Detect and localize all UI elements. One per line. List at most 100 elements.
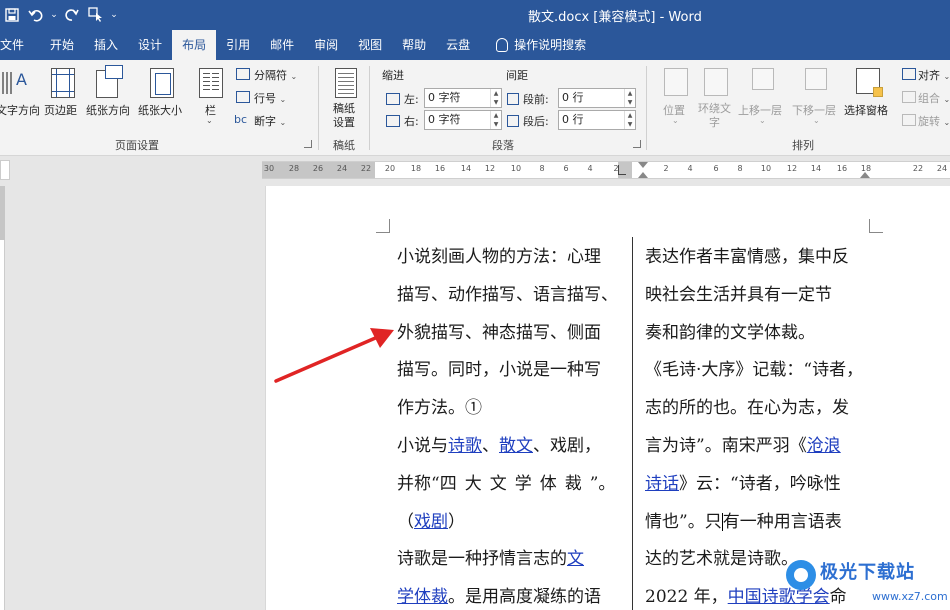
text-line[interactable]: 情也”。只有一种用言语表 [645,504,875,542]
tab-7[interactable]: 审阅 [304,30,348,60]
text-line[interactable]: 学体裁。是用高度凝练的语 [397,579,622,610]
text-line[interactable]: 作方法。① [397,390,622,428]
spacing-before-spinner[interactable]: ▲ ▼ [624,89,635,107]
send-backward-dropdown-icon[interactable]: ⌄ [813,116,820,125]
columns-dropdown-icon[interactable]: ⌄ [206,116,213,125]
save-icon[interactable] [0,0,24,30]
position-dropdown-icon[interactable]: ⌄ [672,116,679,125]
spacing-before-input[interactable]: 0 行 ▲ ▼ [558,88,636,108]
spacing-after-input[interactable]: 0 行 ▲ ▼ [558,110,636,130]
hyperlink[interactable]: 诗话 [645,474,679,494]
wrap-text-icon[interactable] [704,68,728,96]
indent-left-spinner[interactable]: ▲ ▼ [490,89,501,107]
first-line-indent-marker[interactable] [638,162,648,168]
position-icon[interactable] [664,68,688,96]
rotate-button[interactable]: 旋转 ⌄ [918,113,950,129]
text-run: 2022 年， [645,587,728,608]
text-direction-icon[interactable]: A [0,68,30,98]
breaks-button[interactable]: 分隔符 ⌄ [254,67,297,83]
tell-me-search[interactable]: 操作说明搜索 [486,30,596,60]
page-setup-launcher-icon[interactable] [304,140,312,148]
bring-forward-icon[interactable] [752,68,774,90]
tab-stop-marker[interactable] [618,165,626,175]
tab-2[interactable]: 插入 [84,30,128,60]
touch-mode-icon[interactable] [84,0,108,30]
hyperlink[interactable]: 沧浪 [807,436,841,456]
selection-pane-button[interactable]: 选择窗格 [844,102,888,118]
margins-icon[interactable] [51,68,75,98]
paragraph-launcher-icon[interactable] [633,140,641,148]
document-page[interactable]: 小说刻画人物的方法：心理 描写、动作描写、语言描写、 外貌描写、神态描写、侧面 描写。… [265,186,950,610]
size-icon[interactable] [150,68,174,98]
customize-qat-icon[interactable]: ⌄ [108,0,120,30]
wrap-text-button[interactable]: 环绕文字 [698,102,731,130]
text-run: （ [397,511,414,532]
selection-pane-icon[interactable] [856,68,883,97]
hyperlink[interactable]: 戏剧 [414,512,448,532]
text-line[interactable]: 描写、动作描写、语言描写、 [397,277,622,315]
tab-4[interactable]: 布局 [172,30,217,60]
hanging-indent-marker[interactable] [638,172,648,178]
spacing-after-spinner[interactable]: ▲ ▼ [624,111,635,129]
text-line[interactable]: 志的所的也。在心为志，发 [645,390,875,428]
group-button[interactable]: 组合 ⌄ [918,90,950,106]
lightbulb-icon [496,38,509,52]
align-button[interactable]: 对齐 ⌄ [918,67,950,83]
hyphenation-button[interactable]: 断字 ⌄ [254,113,286,129]
indent-right-spinner[interactable]: ▲ ▼ [490,111,501,129]
watermark-logo: 极光下载站 www.xz7.com [786,556,950,610]
text-line[interactable]: 小说刻画人物的方法：心理 [397,239,622,277]
text-line[interactable]: 小说与诗歌、散文、戏剧， [397,428,622,466]
hyperlink[interactable]: 学体裁 [397,587,448,607]
left-text-column[interactable]: 小说刻画人物的方法：心理 描写、动作描写、语言描写、 外貌描写、神态描写、侧面 描写。… [397,239,622,610]
text-line[interactable]: 《毛诗·大序》记载：“诗者， [645,352,875,390]
tell-me-label: 操作说明搜索 [514,38,587,52]
undo-icon[interactable] [24,0,48,30]
text-direction-button[interactable]: 文字方向 [0,102,40,118]
indent-left-input[interactable]: 0 字符 ▲ ▼ [424,88,502,108]
undo-dropdown-icon[interactable]: ⌄ [48,0,60,30]
tab-0[interactable]: 文件 [0,30,34,60]
bring-forward-dropdown-icon[interactable]: ⌄ [759,116,766,125]
text-line[interactable]: 言为诗”。南宋严羽《沧浪 [645,428,875,466]
text-line[interactable]: 描写。同时，小说是一种写 [397,352,622,390]
line-numbers-button[interactable]: 行号 ⌄ [254,90,286,106]
text-line[interactable]: （戏剧） [397,504,622,542]
tab-10[interactable]: 云盘 [436,30,480,60]
tab-5[interactable]: 引用 [216,30,260,60]
tab-9[interactable]: 帮助 [392,30,436,60]
hyperlink[interactable]: 诗歌 [448,436,482,456]
text-line[interactable]: 奏和韵律的文学体裁。 [645,315,875,353]
indent-right-input[interactable]: 0 字符 ▲ ▼ [424,110,502,130]
margins-button[interactable]: 页边距 [44,102,77,118]
tab-3[interactable]: 设计 [128,30,172,60]
vertical-ruler[interactable] [0,186,5,610]
text-line[interactable]: 表达作者丰富情感，集中反 [645,239,875,277]
columns-icon[interactable] [199,68,223,98]
text-run: 表达作者丰富情感，集中反 [645,247,849,267]
align-icon [902,68,916,80]
tab-8[interactable]: 视图 [348,30,392,60]
tab-1[interactable]: 开始 [40,30,84,60]
text-line[interactable]: 诗话》云：“诗者，吟咏性 [645,466,875,504]
text-line[interactable]: 外貌描写、神态描写、侧面 [397,315,622,353]
ribbon-tabs: 文件 开始 插入 设计 布局 引用 邮件 审阅 视图 帮助 云盘 操作说明搜索 [0,30,950,60]
tab-selector[interactable] [0,160,10,180]
draft-paper-setup-button[interactable]: 稿纸 设置 [333,102,355,130]
size-button[interactable]: 纸张大小 [138,102,182,118]
right-text-column[interactable]: 表达作者丰富情感，集中反映社会生活并具有一定节 奏和韵律的文学体裁。 《毛诗·大序》… [645,239,875,610]
text-run: 言为诗”。南宋严羽《 [645,435,807,456]
text-line[interactable]: 诗歌是一种抒情言志的文 [397,541,622,579]
text-line[interactable]: 并称“四大文学体裁”。 [397,466,622,504]
text-line[interactable]: 映社会生活并具有一定节 [645,277,875,315]
send-backward-icon[interactable] [805,68,827,90]
hyperlink[interactable]: 文 [567,549,584,569]
draft-paper-icon[interactable] [335,68,357,98]
orientation-button[interactable]: 纸张方向 [86,102,130,118]
hyperlink[interactable]: 散文 [499,436,533,456]
redo-icon[interactable] [60,0,84,30]
horizontal-ruler[interactable]: 30 28 26 24 22 20 18 16 14 12 10 8 6 4 2 2 4 6 8 10 12 14 16 18… [262,161,950,179]
orientation-icon[interactable] [96,65,123,98]
tab-6[interactable]: 邮件 [260,30,304,60]
crop-mark-top-left [376,219,390,233]
